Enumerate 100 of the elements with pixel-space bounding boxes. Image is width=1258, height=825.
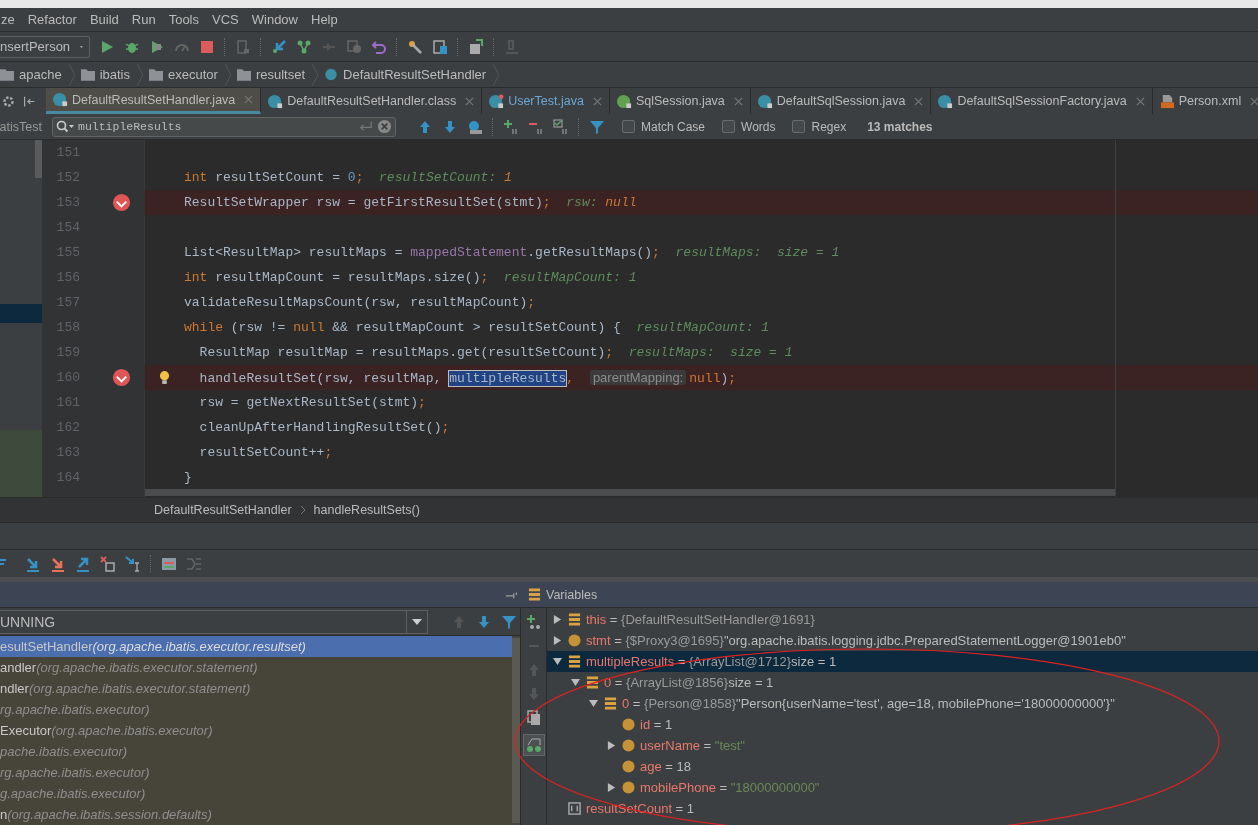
wrench-icon[interactable] [407, 38, 423, 55]
close-icon[interactable] [465, 96, 475, 106]
menu-item[interactable]: Help [311, 12, 338, 27]
down-arrow-icon[interactable] [442, 118, 458, 135]
close-icon[interactable] [1135, 96, 1145, 106]
breadcrumb-item[interactable]: DefaultResultSetHandler [324, 63, 500, 86]
collapsed-arrow-icon[interactable] [553, 615, 562, 624]
checkbox[interactable] [722, 120, 736, 133]
collapse-icon[interactable] [23, 94, 36, 108]
stack-frame[interactable]: esultSetHandler(org.apache.ibatis.executor.resultset) [0, 636, 512, 657]
close-icon[interactable] [914, 96, 924, 106]
menu-item[interactable]: VCS [212, 12, 239, 27]
search-field[interactable]: multipleResults [52, 116, 396, 137]
filter-icon[interactable] [501, 613, 517, 630]
stack-frame[interactable]: ndler(org.apache.ibatis.executor.statement) [0, 678, 512, 699]
chevron-icon [299, 505, 306, 515]
collapsed-arrow-icon[interactable] [553, 636, 562, 645]
trace-icon[interactable] [186, 555, 202, 572]
class-icon [324, 68, 339, 81]
variable-row[interactable]: 0 = {Person@1858}"Person{userName='test', age=18, mobilePhone='18000000000'}" [547, 693, 1258, 714]
add-occurrence-icon[interactable] [503, 118, 519, 135]
breadcrumb-item[interactable]: executor [149, 63, 231, 86]
vcs-commit-icon[interactable] [296, 38, 312, 55]
stack-frame[interactable]: Executor(org.apache.ibatis.executor) [0, 720, 512, 741]
primitive-icon [568, 802, 581, 815]
attach-icon[interactable] [235, 38, 251, 55]
collapsed-arrow-icon[interactable] [607, 741, 616, 750]
code-line: validateResultMapsCount(rsw, resultMapCount); [184, 295, 536, 310]
run-to-cursor-icon[interactable] [125, 555, 141, 572]
run-icon[interactable] [99, 38, 115, 55]
add-watch-icon[interactable] [525, 614, 542, 630]
vcs-update-icon[interactable] [271, 38, 287, 55]
select-all-occurrences-icon[interactable] [553, 118, 569, 135]
expanded-arrow-icon[interactable] [571, 678, 580, 687]
stack-frame[interactable]: pache.ibatis.executor) [0, 741, 512, 762]
horizontal-scrollbar[interactable] [145, 489, 1115, 496]
breadcrumb-item[interactable]: ibatis [80, 63, 143, 86]
copy-icon[interactable] [525, 710, 542, 726]
coverage-icon[interactable] [149, 38, 165, 55]
variable-row[interactable]: age = 18 [547, 756, 1258, 777]
breadcrumb-item[interactable]: resultset [236, 63, 319, 86]
menu-item[interactable]: ze [1, 12, 15, 27]
breadcrumb-item[interactable]: apache [0, 63, 75, 86]
editor-tab[interactable]: DefaultResultSetHandler.java [46, 88, 262, 114]
lightbulb-icon[interactable] [159, 370, 170, 385]
stack-frame[interactable]: andler(org.apache.ibatis.executor.statement) [0, 657, 512, 678]
step-out-icon[interactable] [75, 555, 91, 572]
breadcrumb-item[interactable]: DefaultResultSetHandler [154, 503, 292, 517]
glasses-icon[interactable] [522, 734, 545, 756]
close-icon[interactable] [1250, 96, 1258, 106]
breadcrumb-item[interactable]: handleResultSets() [313, 503, 420, 517]
expanded-arrow-icon[interactable] [553, 657, 562, 666]
down-arrow-icon[interactable] [476, 613, 492, 630]
drop-frame-icon[interactable] [100, 555, 116, 572]
save-icon[interactable] [468, 38, 484, 55]
close-icon[interactable] [733, 96, 743, 106]
stop-icon[interactable] [199, 38, 215, 55]
code-line: resultSetCount++; [198, 445, 333, 460]
checkbox[interactable] [622, 120, 635, 133]
breakpoint-icon[interactable] [112, 368, 131, 387]
stack-frame[interactable]: n(org.apache.ibatis.session.defaults) [0, 804, 512, 825]
close-icon[interactable] [244, 95, 254, 104]
step-into-icon[interactable] [25, 555, 41, 572]
expanded-arrow-icon[interactable] [589, 699, 598, 708]
revert-icon[interactable] [371, 38, 387, 55]
menu-item[interactable]: Build [89, 12, 119, 27]
variable-row[interactable]: stmt = {$Proxy3@1695}"org.apache.ibatis.logging.jdbc.PreparedStatementLogger@1901eb0" [547, 630, 1258, 651]
thread-dropdown[interactable]: UNNING [0, 609, 428, 634]
settings-icon[interactable] [2, 94, 15, 108]
find-all-icon[interactable] [467, 118, 483, 135]
history-icon[interactable] [346, 38, 362, 55]
menu-item[interactable]: Tools [168, 12, 199, 27]
clear-icon[interactable] [377, 119, 392, 134]
force-step-into-icon[interactable] [50, 555, 66, 572]
chevron-icon [312, 63, 319, 86]
variable-row[interactable]: mobilePhone = "18000000000" [547, 777, 1258, 798]
structure-icon[interactable] [432, 38, 448, 55]
menu-item[interactable]: Run [131, 12, 156, 27]
close-icon[interactable] [592, 96, 602, 106]
variable-row[interactable]: this = {DefaultResultSetHandler@1691} [547, 609, 1258, 630]
project-label: atisTest [0, 119, 42, 134]
code-line: handleResultSet(rsw, resultMap, multipleResults, parentMapping: null); [198, 369, 737, 386]
breakpoint-icon[interactable] [112, 193, 131, 212]
vertical-scrollbar[interactable] [35, 140, 42, 178]
pin-icon[interactable] [505, 589, 519, 600]
stack-frame[interactable]: rg.apache.ibatis.executor) [0, 762, 512, 783]
filter-icon[interactable] [589, 118, 605, 135]
menu-item[interactable]: Refactor [27, 12, 77, 27]
variable-row[interactable]: id = 1 [547, 714, 1258, 735]
evaluate-icon[interactable] [161, 555, 177, 572]
variable-row[interactable]: 0 = {ArrayList@1856}size = 1 [547, 672, 1258, 693]
run-config-dropdown[interactable]: nsertPerson [0, 35, 90, 58]
vertical-scrollbar[interactable] [512, 638, 520, 823]
variable-row[interactable]: userName = "test" [547, 735, 1258, 756]
interface-icon [616, 93, 632, 109]
stack-frame[interactable]: rg.apache.ibatis.executor) [0, 699, 512, 720]
checkbox[interactable] [792, 120, 806, 133]
menu-item[interactable]: Window [251, 12, 298, 27]
stack-frame[interactable]: g.apache.ibatis.executor) [0, 783, 512, 804]
collapsed-arrow-icon[interactable] [607, 783, 616, 792]
